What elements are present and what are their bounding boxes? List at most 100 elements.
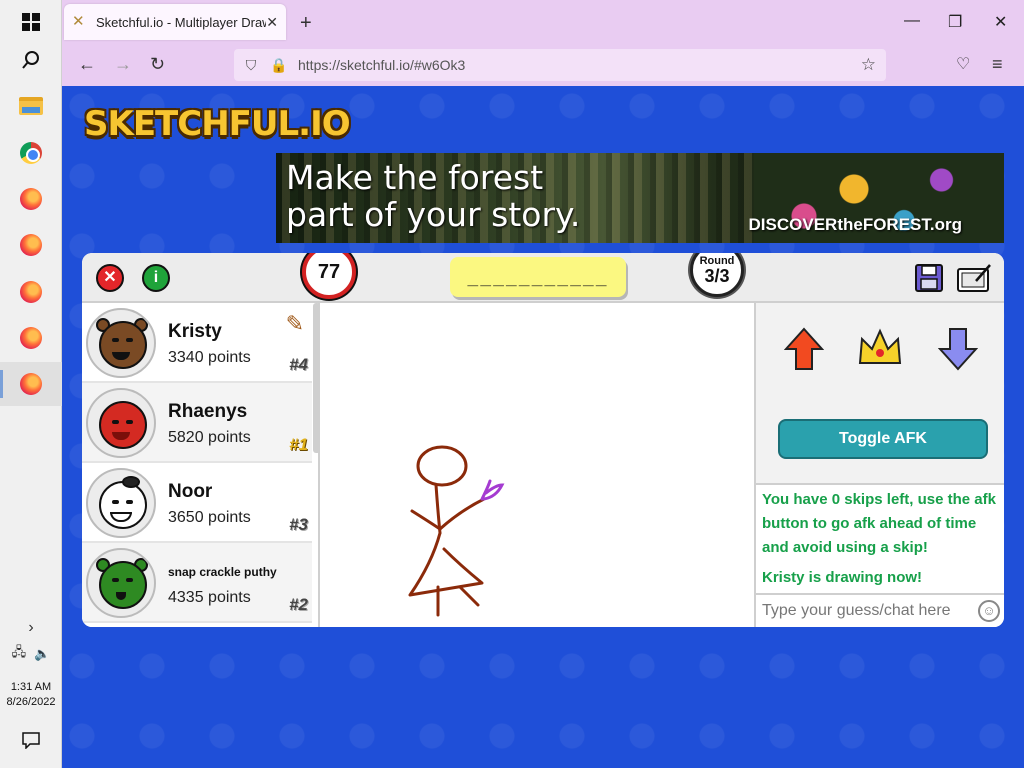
volume-icon[interactable]: 🔈 xyxy=(34,646,50,662)
emoji-icon[interactable]: ☺ xyxy=(978,600,1000,622)
game-panel: ✕ i 77 ___________ Round 3/3 Kristy 3340… xyxy=(82,253,1004,627)
player-points: 4335 points xyxy=(168,589,251,606)
firefox-icon xyxy=(20,373,42,395)
back-button[interactable]: ← xyxy=(78,54,96,75)
round-value: 3/3 xyxy=(704,266,730,286)
leave-game-button[interactable]: ✕ xyxy=(96,264,124,292)
taskbar-chrome[interactable] xyxy=(0,131,62,175)
ad-headline-line-1: Make the forest xyxy=(286,158,544,197)
sketchful-logo[interactable]: SKETCHFUL.IO xyxy=(84,104,351,144)
chat-input[interactable] xyxy=(762,602,962,620)
taskbar-clock[interactable]: 1:31 AM 8/26/2022 xyxy=(0,680,62,710)
save-icon[interactable] xyxy=(914,263,944,293)
url-text[interactable]: https://sketchful.io/#w6Ok3 xyxy=(298,57,465,73)
drawing-canvas[interactable] xyxy=(320,303,754,627)
player-row[interactable]: Rhaenys 5820 points #1 xyxy=(82,383,312,463)
firefox-icon xyxy=(20,188,42,210)
pencil-icon: ✎ xyxy=(285,311,304,336)
player-points: 5820 points xyxy=(168,429,251,446)
player-row[interactable]: Kristy 3340 points ✎ #4 xyxy=(82,303,312,383)
ad-headline: Make the forest part of your story. xyxy=(286,159,580,233)
player-points: 3340 points xyxy=(168,349,251,366)
player-name: Rhaenys xyxy=(168,401,248,422)
player-rank: #4 xyxy=(289,355,308,374)
player-row[interactable]: Noor 3650 points #3 xyxy=(82,463,312,543)
info-button[interactable]: i xyxy=(142,264,170,292)
search-icon xyxy=(22,51,39,69)
forward-button[interactable]: → xyxy=(114,54,132,75)
game-toolbar: ✕ i 77 ___________ Round 3/3 xyxy=(82,253,1004,303)
windows-taskbar: › 🖧 🔈 1:31 AM 8/26/2022 xyxy=(0,0,62,768)
player-row[interactable]: snap crackle puthy 4335 points #2 xyxy=(82,543,312,623)
sketchful-favicon-icon: ✕ xyxy=(72,13,85,30)
new-tab-button[interactable]: + xyxy=(300,12,312,35)
chat-message: Kristy is drawing now! xyxy=(762,569,923,586)
pocket-icon[interactable]: ♡ xyxy=(956,54,970,74)
minimize-button[interactable]: — xyxy=(904,12,920,30)
taskbar-firefox-5[interactable] xyxy=(0,362,62,406)
info-icon: i xyxy=(153,269,159,286)
search-button[interactable] xyxy=(0,38,62,82)
avatar xyxy=(86,308,156,378)
word-hint: ___________ xyxy=(450,257,626,297)
ad-headline-line-2: part of your story. xyxy=(286,195,581,234)
page-content: SKETCHFUL.IO Make the forest part of you… xyxy=(62,86,1024,768)
browser-toolbar: ✕ Sketchful.io - Multiplayer Drawi ✕ + —… xyxy=(62,0,1024,86)
bookmark-star-icon[interactable]: ☆ xyxy=(861,55,876,75)
close-window-button[interactable]: ✕ xyxy=(994,12,1007,32)
tab-title: Sketchful.io - Multiplayer Drawi xyxy=(96,14,266,30)
player-list-scrollbar[interactable] xyxy=(313,303,318,453)
chat-message: You have 0 skips left, use the afk butto… xyxy=(762,491,996,556)
chat-input-bar: ☺ xyxy=(756,593,1004,627)
player-points: 3650 points xyxy=(168,509,251,526)
right-panel: Toggle AFK You have 0 skips left, use th… xyxy=(754,303,1004,627)
player-rank: #1 xyxy=(289,435,308,454)
avatar xyxy=(86,468,156,538)
stick-figure-drawing xyxy=(408,445,505,617)
draw-tablet-icon[interactable] xyxy=(956,263,992,293)
system-tray: 🖧 🔈 xyxy=(0,636,62,672)
close-icon: ✕ xyxy=(103,269,117,286)
network-icon[interactable]: 🖧 xyxy=(12,643,27,665)
player-name: snap crackle puthy xyxy=(168,565,277,579)
firefox-icon xyxy=(20,281,42,303)
nav-bar: ← → ↻ ⛉ 🔒 https://sketchful.io/#w6Ok3 ☆ … xyxy=(62,44,1024,86)
windows-logo-icon xyxy=(22,13,40,31)
ad-brand: DISCOVERtheFOREST.org xyxy=(748,215,962,234)
player-rank: #2 xyxy=(289,595,308,614)
folder-icon xyxy=(19,97,43,115)
clock-time: 1:31 AM xyxy=(10,681,52,693)
taskbar-firefox-2[interactable] xyxy=(0,223,62,267)
url-bar[interactable]: ⛉ 🔒 https://sketchful.io/#w6Ok3 ☆ xyxy=(234,49,886,81)
timer: 77 xyxy=(302,253,356,299)
player-rank: #3 xyxy=(289,515,308,534)
thumbs-up-arrow-icon[interactable] xyxy=(784,327,824,371)
taskbar-firefox-3[interactable] xyxy=(0,270,62,314)
menu-icon[interactable]: ≡ xyxy=(992,54,1003,75)
thumbs-down-arrow-icon[interactable] xyxy=(938,327,978,371)
ad-banner[interactable]: Make the forest part of your story. DISC… xyxy=(276,153,1004,243)
player-list: Kristy 3340 points ✎ #4 Rhaenys 5820 poi… xyxy=(82,303,320,627)
taskbar-file-explorer[interactable] xyxy=(0,84,62,128)
maximize-button[interactable]: ❐ xyxy=(948,12,962,32)
taskbar-firefox-4[interactable] xyxy=(0,316,62,360)
round-indicator: Round 3/3 xyxy=(690,253,744,297)
taskbar-firefox-1[interactable] xyxy=(0,177,62,221)
notifications-button[interactable] xyxy=(0,718,62,762)
toggle-afk-button[interactable]: Toggle AFK xyxy=(778,419,988,459)
chrome-icon xyxy=(20,142,42,164)
firefox-icon xyxy=(20,234,42,256)
browser-tab[interactable]: ✕ Sketchful.io - Multiplayer Drawi ✕ xyxy=(64,4,286,40)
avatar xyxy=(86,548,156,618)
tab-close-icon[interactable]: ✕ xyxy=(266,14,278,31)
chevron-right-icon: › xyxy=(28,619,34,636)
reload-button[interactable]: ↻ xyxy=(150,54,165,75)
clock-date: 8/26/2022 xyxy=(6,696,56,708)
crown-icon[interactable] xyxy=(856,327,904,371)
chat-log: You have 0 skips left, use the afk butto… xyxy=(756,483,1004,593)
shield-icon[interactable]: ⛉ xyxy=(240,57,262,74)
lock-icon[interactable]: 🔒 xyxy=(268,57,290,74)
avatar xyxy=(86,388,156,458)
notification-icon xyxy=(22,732,40,749)
firefox-icon xyxy=(20,327,42,349)
